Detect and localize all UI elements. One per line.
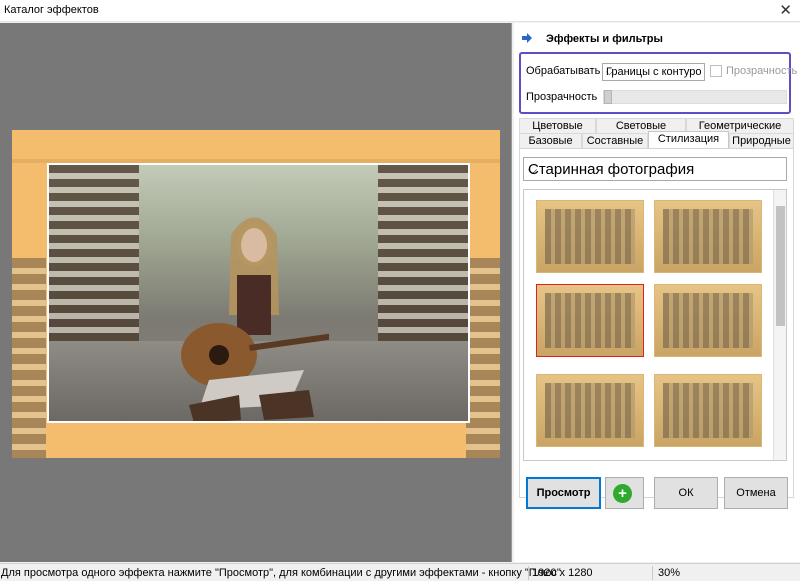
zoom-level: 30% [658, 567, 681, 579]
effect-thumbnail-selected[interactable] [536, 284, 644, 357]
tab-stylization[interactable]: Стилизация [648, 131, 729, 148]
chevron-down-icon: ⌵ [528, 163, 538, 177]
close-icon[interactable]: ✕ [779, 1, 792, 19]
slider-thumb[interactable] [604, 90, 612, 104]
tab-natural[interactable]: Природные [729, 133, 794, 148]
effect-thumbnail[interactable] [536, 200, 644, 273]
plus-icon: + [613, 484, 632, 503]
frame-right [466, 258, 500, 458]
effect-thumbnail[interactable] [654, 200, 762, 273]
chevron-down-icon: ⌵ [606, 67, 613, 77]
tab-composite[interactable]: Составные [582, 133, 648, 148]
transparency-checkbox-label: Прозрачность [726, 65, 798, 77]
transparency-slider[interactable] [603, 90, 787, 104]
window-title: Каталог эффектов [4, 4, 99, 16]
ok-button[interactable]: ОК [654, 477, 718, 509]
thumbnails-scrollbar[interactable] [773, 190, 786, 460]
process-label: Обрабатывать [526, 65, 601, 77]
preview-image [12, 130, 500, 458]
status-hint: Для просмотра одного эффекта нажмите "Пр… [1, 567, 561, 579]
panel-header: Эффекты и фильтры [522, 31, 792, 47]
effect-select[interactable]: Старинная фотография ⌵ [523, 157, 787, 181]
effect-thumbnails-grid [523, 189, 787, 461]
preview-area [0, 23, 512, 562]
preview-button[interactable]: Просмотр [526, 477, 601, 509]
status-bar: Для просмотра одного эффекта нажмите "Пр… [0, 563, 800, 581]
photo-content [47, 163, 470, 423]
process-select[interactable]: Границы с контуро ⌵ [602, 63, 705, 81]
tab-basic[interactable]: Базовые [519, 133, 582, 148]
panel-title: Эффекты и фильтры [546, 33, 663, 45]
title-bar: Каталог эффектов ✕ [0, 0, 800, 22]
effect-thumbnail[interactable] [654, 374, 762, 447]
tab-color[interactable]: Цветовые [519, 118, 596, 133]
effects-panel: Эффекты и фильтры Обрабатывать Границы с… [514, 23, 800, 562]
add-effect-button[interactable]: + [605, 477, 644, 509]
frame-left [12, 258, 46, 458]
girl-with-guitar-figure [181, 217, 329, 421]
effect-thumbnail[interactable] [536, 374, 644, 447]
cancel-button[interactable]: Отмена [724, 477, 788, 509]
processing-options-box: Обрабатывать Границы с контуро ⌵ Прозрач… [519, 52, 797, 114]
transparency-label: Прозрачность [526, 91, 598, 103]
tabs-bottom-row: Базовые Составные Стилизация Природные [519, 131, 794, 148]
image-resolution: 1920 x 1280 [532, 567, 593, 579]
effect-thumbnail[interactable] [654, 284, 762, 357]
arrow-right-icon [522, 33, 532, 43]
transparency-checkbox[interactable] [710, 65, 722, 77]
scrollbar-thumb[interactable] [776, 206, 785, 326]
